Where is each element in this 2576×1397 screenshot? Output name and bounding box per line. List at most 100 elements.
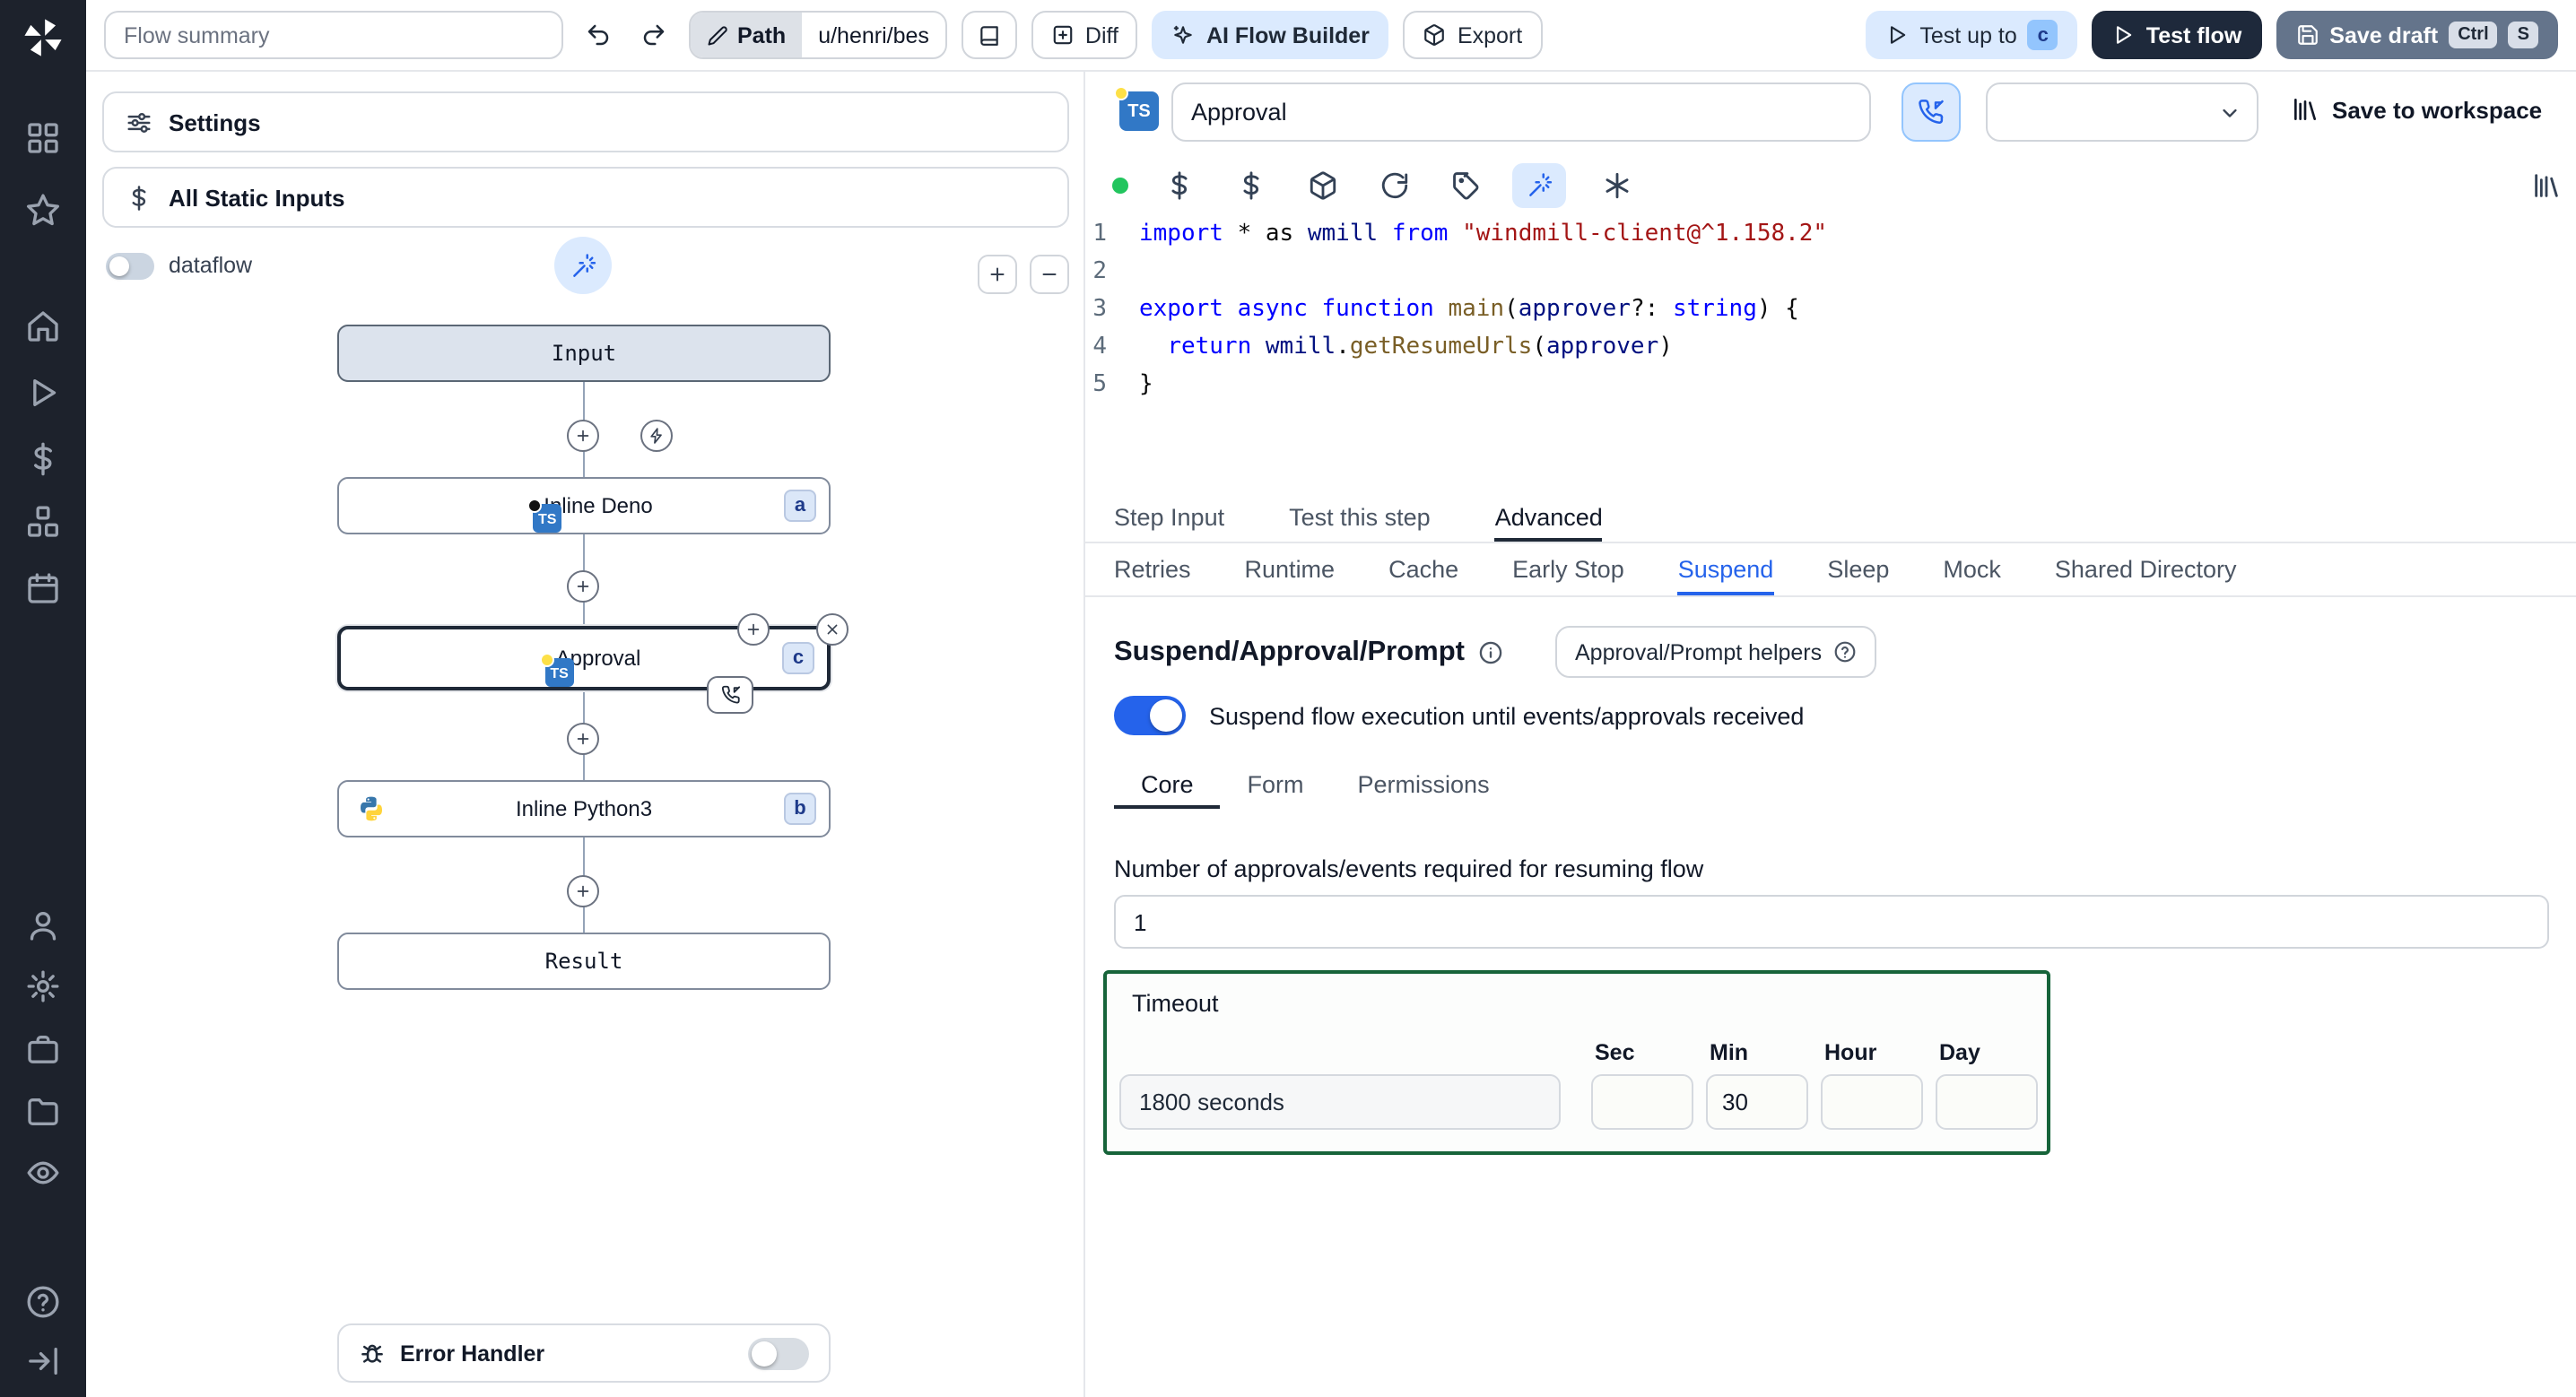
settings-gear-icon[interactable] bbox=[25, 968, 61, 1004]
tag-icon[interactable] bbox=[1451, 170, 1482, 201]
audit-eye-icon[interactable] bbox=[25, 1155, 61, 1191]
flow-node-inline-deno[interactable]: TS Inline Deno a bbox=[337, 477, 831, 534]
add-step-button-1[interactable] bbox=[567, 420, 599, 452]
runs-play-icon[interactable] bbox=[25, 375, 61, 411]
move-step-button[interactable] bbox=[737, 613, 770, 646]
error-handler-button[interactable]: Error Handler bbox=[337, 1323, 831, 1383]
flow-settings-button[interactable]: Settings bbox=[102, 91, 1069, 152]
variables-dollar-icon[interactable] bbox=[25, 441, 61, 477]
tab-core[interactable]: Core bbox=[1114, 759, 1221, 809]
collapse-sidebar-icon[interactable] bbox=[25, 1343, 61, 1379]
tab-retries[interactable]: Retries bbox=[1114, 543, 1191, 595]
ai-flow-builder-button[interactable]: AI Flow Builder bbox=[1152, 11, 1389, 59]
export-button[interactable]: Export bbox=[1403, 11, 1543, 59]
code-line[interactable]: 2 bbox=[1085, 253, 2565, 291]
add-step-button-4[interactable] bbox=[567, 875, 599, 907]
add-trigger-button[interactable] bbox=[640, 420, 673, 452]
resources-hub-icon[interactable] bbox=[25, 504, 61, 540]
suspend-toggle[interactable] bbox=[1114, 696, 1186, 735]
phone-incoming-icon bbox=[720, 685, 740, 704]
timeout-sec-input[interactable] bbox=[1591, 1074, 1693, 1130]
code-line[interactable]: 1 import * as wmill from "windmill-client… bbox=[1085, 215, 2565, 253]
delete-step-button[interactable] bbox=[816, 613, 849, 646]
schedules-calendar-icon[interactable] bbox=[25, 570, 61, 606]
test-flow-button[interactable]: Test flow bbox=[2092, 11, 2262, 59]
package-icon[interactable] bbox=[1308, 170, 1338, 201]
flow-node-approval-selected[interactable]: TS Approval c bbox=[337, 613, 849, 714]
dataflow-toggle[interactable] bbox=[106, 253, 154, 280]
tab-mock[interactable]: Mock bbox=[1943, 543, 2001, 595]
path-button[interactable]: Path u/henri/bes bbox=[689, 11, 947, 59]
insert-variable-dollar-icon[interactable] bbox=[1164, 170, 1195, 201]
windmill-logo-icon[interactable] bbox=[20, 14, 66, 61]
timeout-min-label: Min bbox=[1710, 1040, 1749, 1065]
undo-button[interactable] bbox=[578, 11, 619, 59]
flow-summary-input[interactable] bbox=[104, 11, 563, 59]
flow-node-inline-python[interactable]: Inline Python3 b bbox=[337, 780, 831, 837]
add-step-button-3[interactable] bbox=[567, 723, 599, 755]
redo-button[interactable] bbox=[633, 11, 674, 59]
code-line[interactable]: 4 return wmill.getResumeUrls(approver) bbox=[1085, 328, 2565, 366]
help-icon[interactable] bbox=[25, 1284, 61, 1320]
tab-advanced[interactable]: Advanced bbox=[1495, 493, 1603, 542]
test-up-to-button[interactable]: Test up to c bbox=[1866, 11, 2078, 59]
tab-shared-directory[interactable]: Shared Directory bbox=[2055, 543, 2237, 595]
code-line[interactable]: 3 export async function main(approver?: s… bbox=[1085, 291, 2565, 328]
approvals-required-input[interactable] bbox=[1114, 895, 2549, 949]
flow-node-result[interactable]: Result bbox=[337, 933, 831, 990]
helpers-label: Approval/Prompt helpers bbox=[1575, 639, 1823, 664]
format-asterisk-icon[interactable] bbox=[1602, 170, 1632, 201]
ai-step-wand-button[interactable] bbox=[554, 237, 612, 294]
tab-step-input[interactable]: Step Input bbox=[1114, 493, 1224, 542]
approval-mode-button[interactable] bbox=[1902, 82, 1961, 142]
apps-grid-icon[interactable] bbox=[25, 120, 61, 156]
insert-resource-dollar-icon[interactable] bbox=[1236, 170, 1266, 201]
code-line[interactable]: 5} bbox=[1085, 366, 2565, 403]
timeout-hour-input[interactable] bbox=[1821, 1074, 1923, 1130]
approval-phone-chip[interactable] bbox=[707, 676, 753, 714]
diff-button[interactable]: Diff bbox=[1031, 11, 1138, 59]
line-number: 3 bbox=[1092, 296, 1107, 323]
node-label: Inline Python3 bbox=[515, 796, 653, 821]
tab-form[interactable]: Form bbox=[1221, 759, 1331, 809]
favorites-star-icon[interactable] bbox=[25, 192, 61, 228]
save-draft-button[interactable]: Save draft Ctrl S bbox=[2276, 11, 2558, 59]
info-icon[interactable] bbox=[1477, 640, 1502, 665]
tab-early-stop[interactable]: Early Stop bbox=[1512, 543, 1624, 595]
windmill-flow-editor: Path u/henri/bes Diff AI Flow Builder Ex… bbox=[0, 0, 2576, 1397]
timeout-day-input[interactable] bbox=[1936, 1074, 2038, 1130]
tab-cache[interactable]: Cache bbox=[1388, 543, 1458, 595]
add-step-button-2[interactable] bbox=[567, 570, 599, 603]
sliders-icon bbox=[127, 112, 151, 132]
timeout-summary-input[interactable] bbox=[1119, 1074, 1561, 1130]
approvals-required-label: Number of approvals/events required for … bbox=[1114, 855, 1704, 882]
tab-suspend[interactable]: Suspend bbox=[1678, 543, 1774, 595]
zoom-in-button[interactable] bbox=[978, 255, 1017, 294]
all-static-inputs-button[interactable]: All Static Inputs bbox=[102, 167, 1069, 228]
kbd-s: S bbox=[2508, 22, 2538, 48]
reload-icon[interactable] bbox=[1379, 170, 1410, 201]
template-select[interactable] bbox=[1986, 82, 2258, 142]
timeout-min-input[interactable] bbox=[1706, 1074, 1808, 1130]
package-icon bbox=[1425, 24, 1445, 46]
workers-briefcase-icon[interactable] bbox=[25, 1031, 61, 1067]
library-panel-icon[interactable] bbox=[2531, 170, 2562, 201]
home-icon[interactable] bbox=[25, 308, 61, 344]
folders-icon[interactable] bbox=[25, 1094, 61, 1130]
error-handler-toggle[interactable] bbox=[748, 1337, 809, 1369]
save-to-workspace-button[interactable]: Save to workspace bbox=[2291, 95, 2542, 124]
tab-test-this-step[interactable]: Test this step bbox=[1289, 493, 1431, 542]
zoom-out-button[interactable] bbox=[1030, 255, 1069, 294]
flow-node-input[interactable]: Input bbox=[337, 325, 831, 382]
ai-assist-button[interactable] bbox=[1512, 163, 1566, 208]
magic-wand-icon bbox=[1528, 173, 1552, 196]
tab-sleep[interactable]: Sleep bbox=[1827, 543, 1889, 595]
approval-prompt-helpers-button[interactable]: Approval/Prompt helpers bbox=[1555, 626, 1876, 678]
docs-button[interactable] bbox=[961, 11, 1017, 59]
code-editor[interactable]: 1 import * as wmill from "windmill-client… bbox=[1085, 215, 2565, 493]
node-label: Input bbox=[551, 341, 617, 366]
step-name-input[interactable] bbox=[1171, 82, 1871, 142]
user-icon[interactable] bbox=[25, 907, 61, 943]
tab-runtime[interactable]: Runtime bbox=[1245, 543, 1336, 595]
tab-permissions[interactable]: Permissions bbox=[1331, 759, 1517, 809]
